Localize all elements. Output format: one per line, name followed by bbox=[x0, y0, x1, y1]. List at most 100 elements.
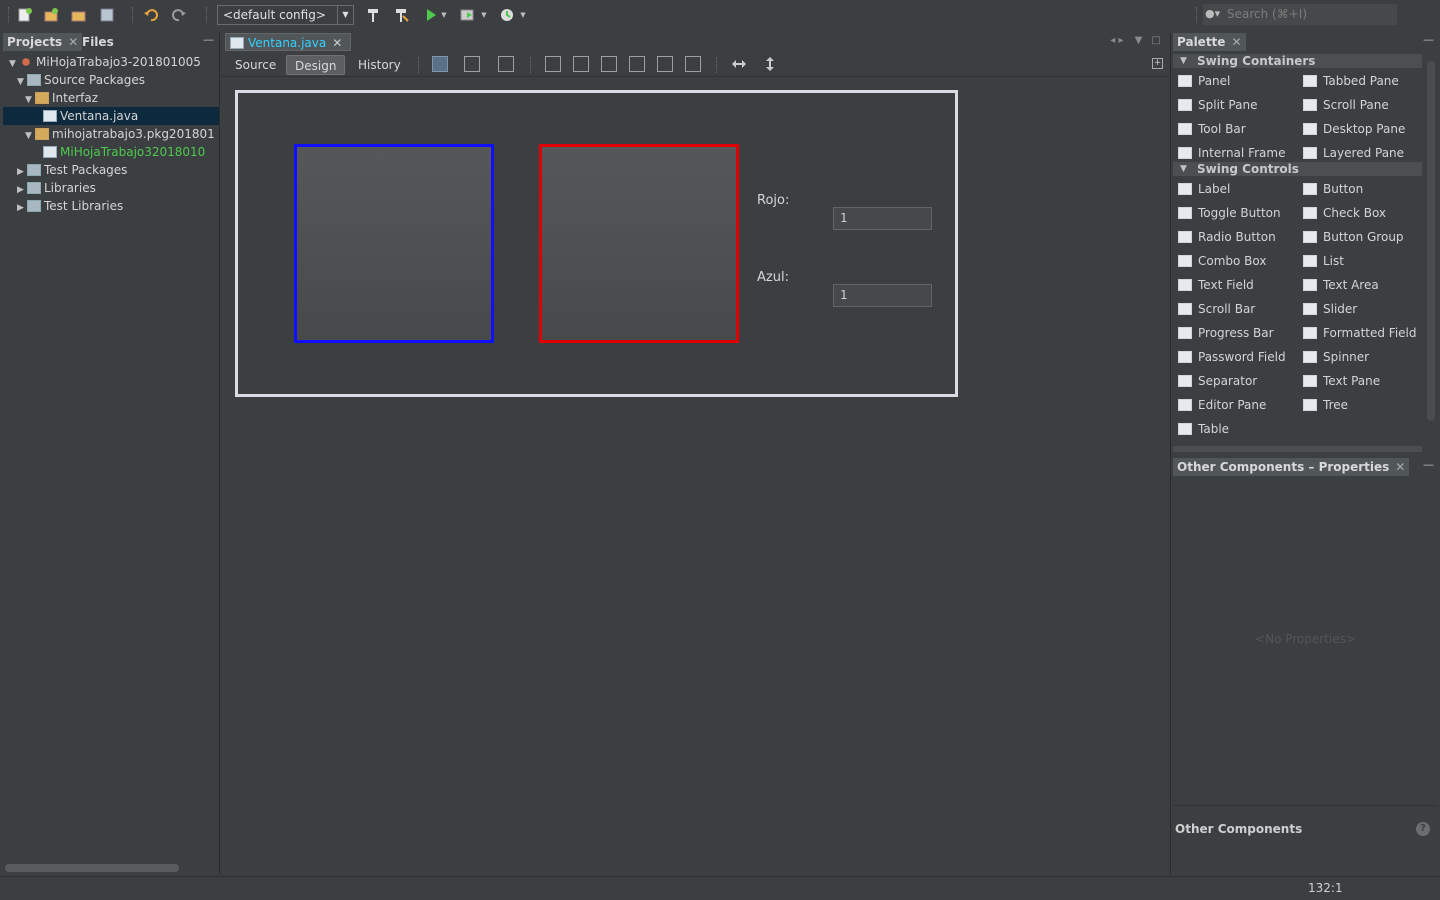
palette-item[interactable]: Button bbox=[1303, 180, 1363, 198]
redo-icon[interactable] bbox=[170, 6, 188, 24]
palette-item[interactable]: Toggle Button bbox=[1178, 204, 1281, 222]
palette-item[interactable]: Progress Bar bbox=[1178, 324, 1274, 342]
close-icon[interactable]: ✕ bbox=[332, 36, 342, 50]
palette-item[interactable]: Scroll Bar bbox=[1178, 300, 1255, 318]
preview-design-icon[interactable] bbox=[498, 56, 514, 72]
tab-palette[interactable]: Palette ✕ bbox=[1173, 33, 1246, 51]
connection-mode-icon[interactable] bbox=[464, 56, 480, 72]
profile-icon[interactable] bbox=[498, 6, 516, 24]
form-frame[interactable]: Rojo: 1 Azul: 1 bbox=[235, 90, 958, 397]
new-file-icon[interactable] bbox=[16, 6, 34, 24]
palette-item[interactable]: Tool Bar bbox=[1178, 120, 1246, 138]
palette-item[interactable]: Scroll Pane bbox=[1303, 96, 1389, 114]
show-opened-documents-icon[interactable]: ▼ bbox=[1135, 35, 1143, 46]
design-view-button[interactable]: Design bbox=[286, 55, 346, 75]
tree-item[interactable]: ▶ Libraries bbox=[3, 179, 219, 197]
align-left-icon[interactable] bbox=[545, 56, 561, 72]
chevron-down-icon[interactable]: ▼ bbox=[478, 6, 490, 24]
palette-item[interactable]: Text Pane bbox=[1303, 372, 1380, 390]
palette-item[interactable]: Label bbox=[1178, 180, 1230, 198]
palette-item[interactable]: Split Pane bbox=[1178, 96, 1257, 114]
chevron-down-icon[interactable]: ▼ bbox=[438, 6, 450, 24]
align-top-icon[interactable] bbox=[629, 56, 645, 72]
rojo-text-field[interactable]: 1 bbox=[833, 207, 932, 230]
palette-item[interactable]: Editor Pane bbox=[1178, 396, 1266, 414]
close-icon[interactable]: ✕ bbox=[68, 35, 78, 49]
azul-text-field[interactable]: 1 bbox=[833, 284, 932, 307]
align-bottom-icon[interactable] bbox=[657, 56, 673, 72]
expanded-arrow-icon[interactable]: ▼ bbox=[25, 91, 35, 107]
center-horizontally-icon[interactable] bbox=[601, 56, 617, 72]
tree-item[interactable]: ▼ mihojatrabajo3.pkg201801 bbox=[3, 125, 219, 143]
palette-item[interactable]: Radio Button bbox=[1178, 228, 1276, 246]
palette-item[interactable]: Panel bbox=[1178, 72, 1230, 90]
close-icon[interactable]: ✕ bbox=[1231, 35, 1241, 49]
palette-item[interactable]: Password Field bbox=[1178, 348, 1286, 366]
expanded-arrow-icon[interactable]: ▼ bbox=[9, 55, 19, 71]
palette-item[interactable]: Internal Frame bbox=[1178, 144, 1285, 162]
open-project-icon[interactable] bbox=[70, 6, 88, 24]
align-right-icon[interactable] bbox=[573, 56, 589, 72]
palette-item[interactable]: Slider bbox=[1303, 300, 1357, 318]
tab-properties[interactable]: Other Components – Properties ✕ bbox=[1173, 458, 1410, 476]
tab-ventana-java[interactable]: Ventana.java ✕ bbox=[225, 33, 352, 51]
tree-item[interactable]: ▶ Test Libraries bbox=[3, 197, 219, 215]
palette-item[interactable]: Button Group bbox=[1303, 228, 1404, 246]
source-view-button[interactable]: Source bbox=[227, 55, 284, 75]
minimize-icon[interactable]: — bbox=[1423, 459, 1434, 470]
blue-panel[interactable] bbox=[294, 144, 494, 343]
expanded-arrow-icon[interactable]: ▼ bbox=[17, 73, 27, 89]
resize-vertical-icon[interactable] bbox=[762, 56, 778, 72]
tree-item[interactable]: ▼ MiHojaTrabajo3-201801005 bbox=[3, 53, 219, 71]
tree-item[interactable]: Ventana.java bbox=[3, 107, 219, 125]
clean-build-icon[interactable] bbox=[392, 6, 410, 24]
tab-files[interactable]: Files bbox=[82, 33, 114, 51]
minimize-icon[interactable]: — bbox=[1423, 34, 1434, 45]
scroll-left-icon[interactable]: ◂ bbox=[1110, 35, 1115, 46]
palette-scrollbar[interactable] bbox=[1427, 61, 1435, 421]
palette-item[interactable]: Spinner bbox=[1303, 348, 1369, 366]
close-icon[interactable]: ✕ bbox=[1395, 460, 1405, 474]
help-icon[interactable]: ? bbox=[1416, 822, 1430, 836]
collapsed-arrow-icon[interactable]: ▶ bbox=[17, 163, 27, 179]
palette-item[interactable]: Separator bbox=[1178, 372, 1257, 390]
horizontal-scrollbar[interactable] bbox=[5, 864, 179, 872]
new-project-icon[interactable] bbox=[42, 6, 60, 24]
palette-category[interactable]: ▼ Swing Controls bbox=[1173, 162, 1422, 176]
tab-projects[interactable]: Projects ✕ bbox=[3, 33, 83, 51]
resize-horizontal-icon[interactable] bbox=[731, 56, 747, 72]
tree-item[interactable]: ▼ Interfaz bbox=[3, 89, 219, 107]
undo-icon[interactable] bbox=[142, 6, 160, 24]
palette-item[interactable]: Layered Pane bbox=[1303, 144, 1404, 162]
chevron-down-icon[interactable]: ▼ bbox=[517, 6, 529, 24]
save-all-icon[interactable] bbox=[98, 6, 116, 24]
palette-item[interactable]: Formatted Field bbox=[1303, 324, 1417, 342]
search-box[interactable]: ●▾ bbox=[1203, 4, 1397, 25]
palette-category[interactable]: ▼ Swing Containers bbox=[1173, 54, 1422, 68]
tree-item[interactable]: ▼ Source Packages bbox=[3, 71, 219, 89]
expand-icon[interactable]: + bbox=[1152, 58, 1163, 69]
palette-item[interactable]: Tabbed Pane bbox=[1303, 72, 1399, 90]
palette-item[interactable]: Text Field bbox=[1178, 276, 1254, 294]
tree-item[interactable]: MiHojaTrabajo32018010 bbox=[3, 143, 219, 161]
scroll-right-icon[interactable]: ▸ bbox=[1118, 35, 1123, 46]
selection-mode-icon[interactable] bbox=[432, 56, 448, 72]
palette-item[interactable]: Tree bbox=[1303, 396, 1348, 414]
search-input[interactable] bbox=[1227, 5, 1392, 23]
palette-item[interactable]: List bbox=[1303, 252, 1344, 270]
build-icon[interactable] bbox=[364, 6, 382, 24]
palette-item[interactable]: Desktop Pane bbox=[1303, 120, 1405, 138]
collapsed-arrow-icon[interactable]: ▶ bbox=[17, 199, 27, 215]
red-panel[interactable] bbox=[539, 144, 739, 343]
palette-item[interactable]: Table bbox=[1178, 420, 1229, 438]
palette-item[interactable]: Combo Box bbox=[1178, 252, 1267, 270]
tree-item[interactable]: ▶ Test Packages bbox=[3, 161, 219, 179]
center-vertically-icon[interactable] bbox=[685, 56, 701, 72]
debug-icon[interactable] bbox=[458, 6, 476, 24]
maximize-icon[interactable]: □ bbox=[1152, 35, 1161, 46]
config-select[interactable]: <default config> ▼ bbox=[217, 5, 354, 25]
minimize-icon[interactable]: — bbox=[203, 34, 214, 45]
expanded-arrow-icon[interactable]: ▼ bbox=[25, 127, 35, 143]
collapsed-arrow-icon[interactable]: ▶ bbox=[17, 181, 27, 197]
palette-item[interactable]: Text Area bbox=[1303, 276, 1379, 294]
